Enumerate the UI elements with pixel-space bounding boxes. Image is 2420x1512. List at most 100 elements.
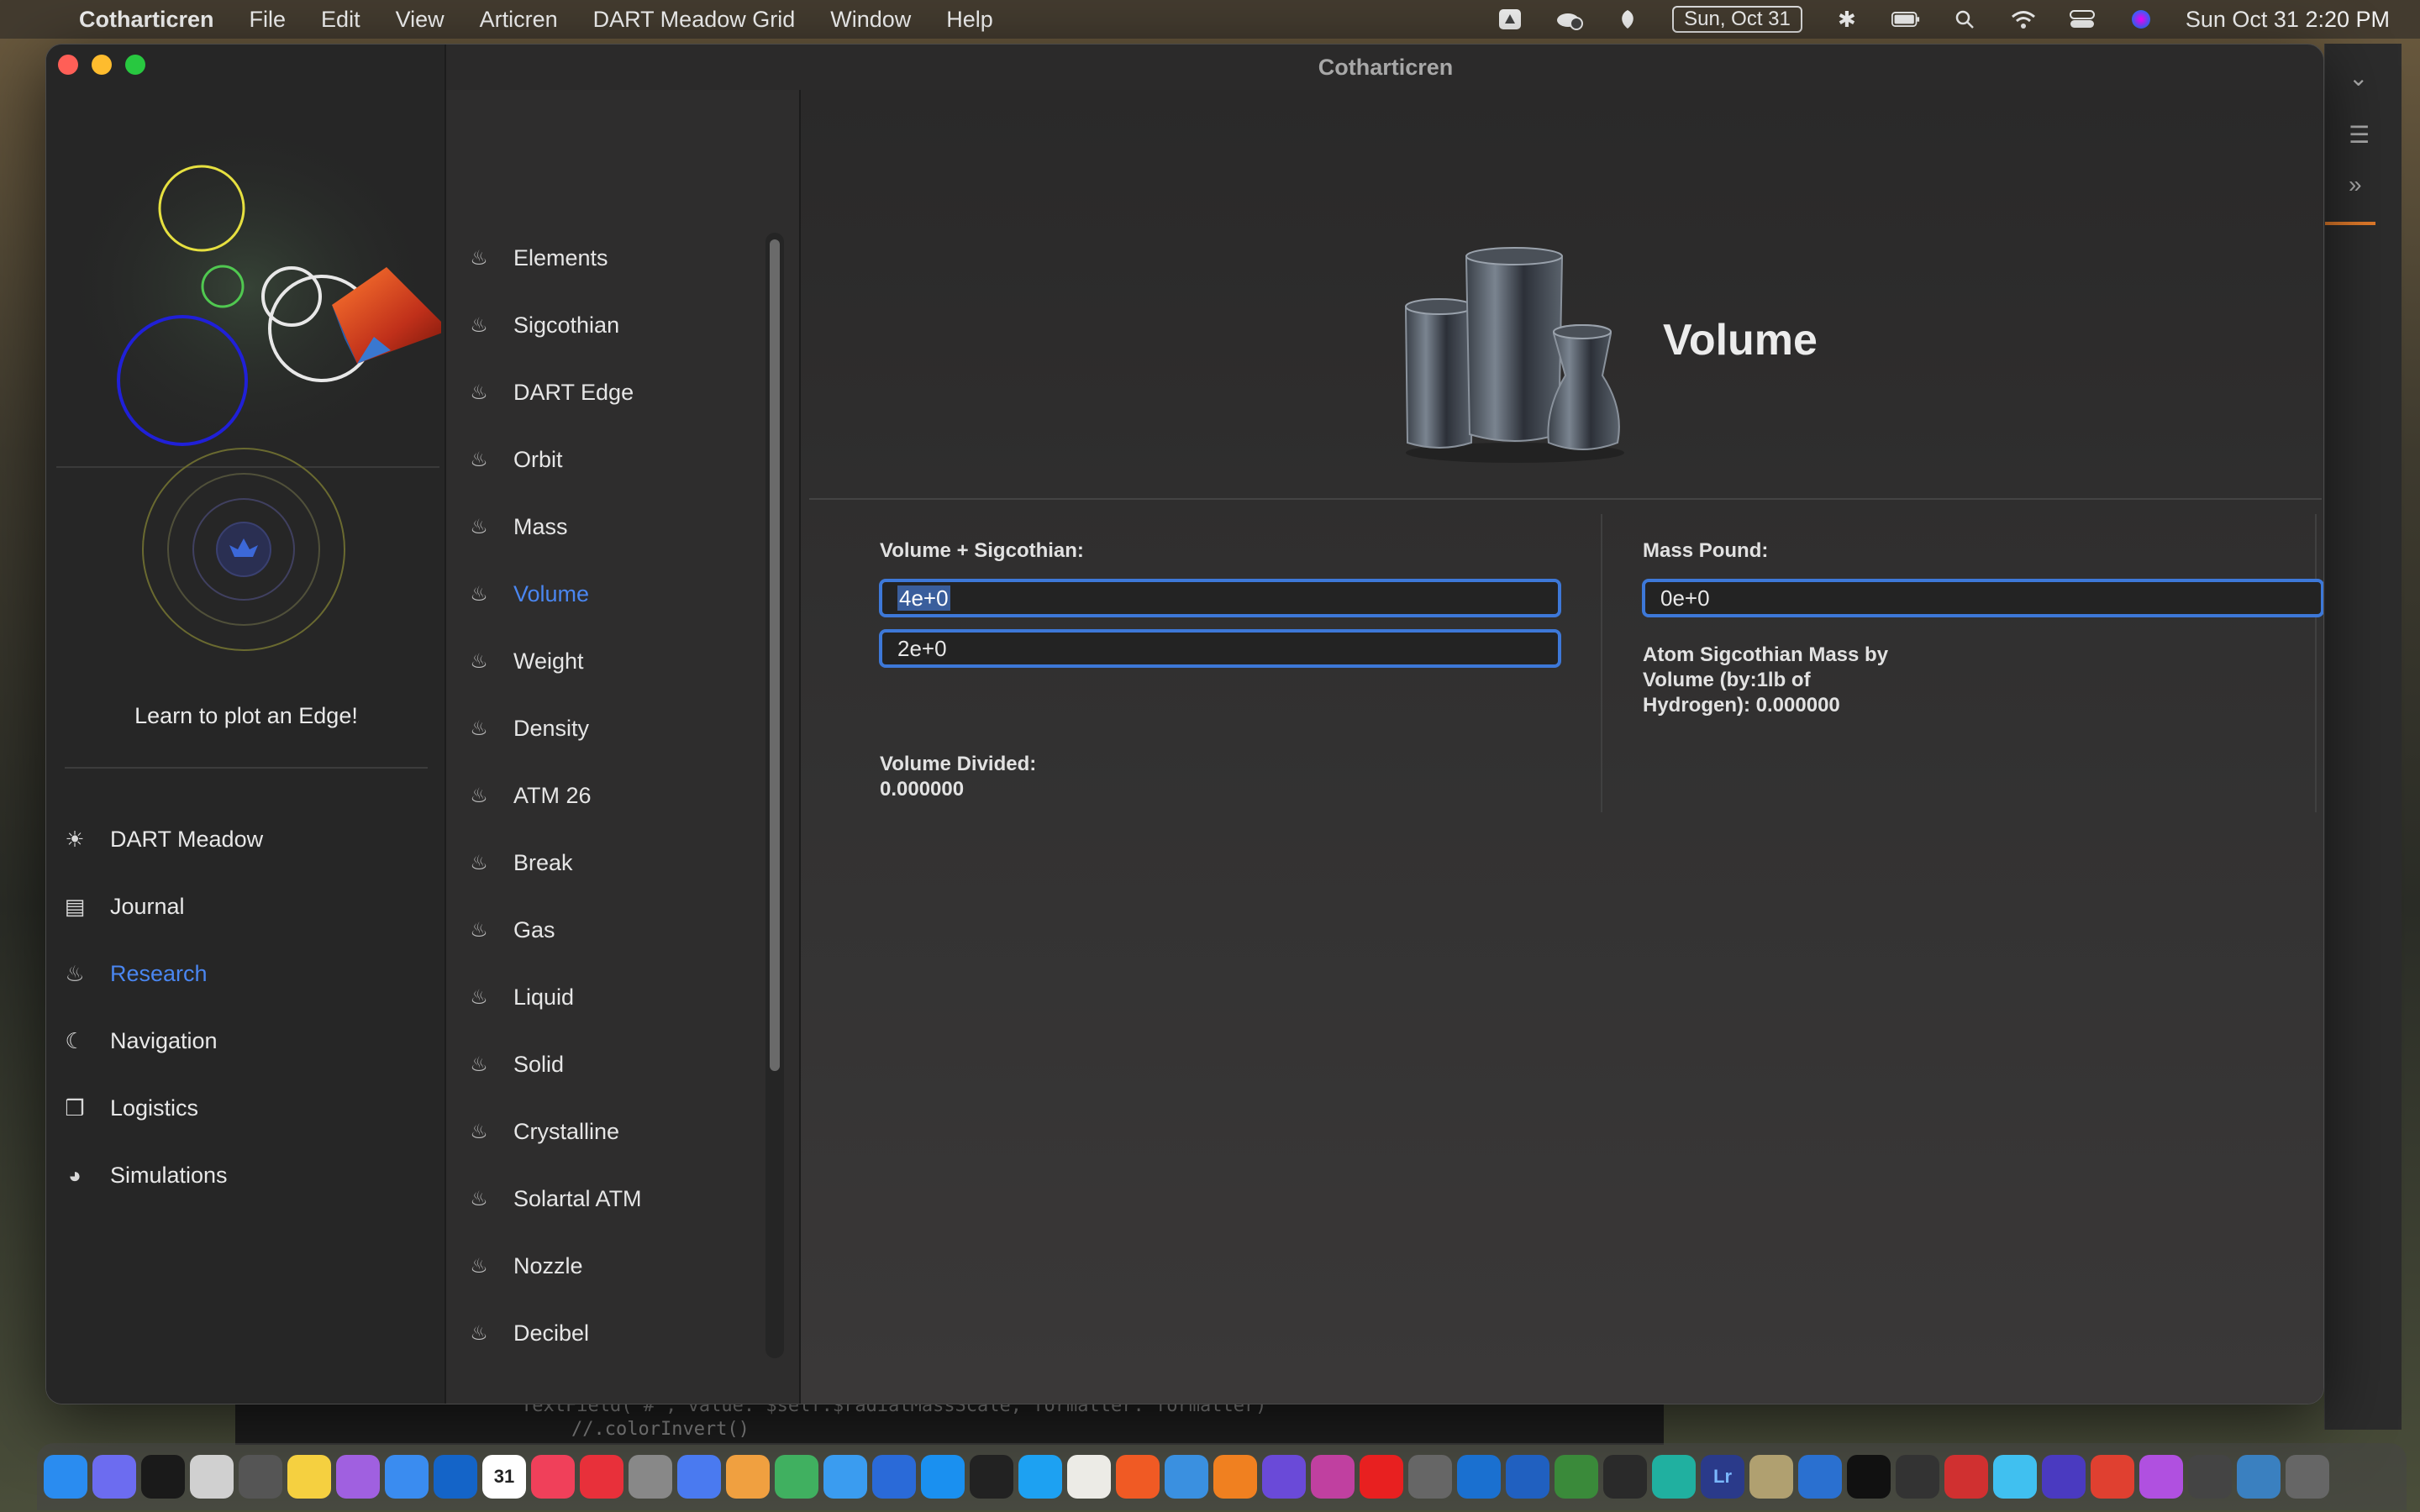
list-item-solartal-atm[interactable]: ♨ Solartal ATM: [446, 1165, 782, 1232]
volume-sigcothian-input-1[interactable]: 4e+0: [879, 579, 1561, 617]
twitter-icon[interactable]: [1018, 1455, 1062, 1499]
list-item-dart-edge[interactable]: ♨ DART Edge: [446, 359, 782, 426]
safari-icon[interactable]: [823, 1455, 867, 1499]
sidebar-item-logistics[interactable]: ❒ Logistics: [46, 1074, 446, 1142]
sidebar-item-research[interactable]: ♨ Research: [46, 940, 446, 1007]
blender-icon[interactable]: [1213, 1455, 1257, 1499]
list-item-sigcothian[interactable]: ♨ Sigcothian: [446, 291, 782, 359]
leaf-icon[interactable]: [1613, 8, 1642, 31]
menu-dart-meadow-grid[interactable]: DART Meadow Grid: [593, 7, 796, 33]
menu-file[interactable]: File: [250, 7, 287, 33]
help-icon[interactable]: [1896, 1455, 1939, 1499]
crystal-icon[interactable]: [2042, 1455, 2086, 1499]
trash-icon[interactable]: [2286, 1455, 2329, 1499]
windows-icon[interactable]: [1457, 1455, 1501, 1499]
screenshot-icon[interactable]: [239, 1455, 282, 1499]
list-item-break[interactable]: ♨ Break: [446, 829, 782, 896]
list-item-density[interactable]: ♨ Density: [446, 695, 782, 762]
utility-icon[interactable]: [1749, 1455, 1793, 1499]
muse-icon[interactable]: [1798, 1455, 1842, 1499]
paint-icon[interactable]: [2091, 1455, 2134, 1499]
list-item-weight[interactable]: ♨ Weight: [446, 627, 782, 695]
mail-icon[interactable]: [385, 1455, 429, 1499]
toolbox-icon[interactable]: [1652, 1455, 1696, 1499]
minimize-button[interactable]: [92, 55, 112, 75]
sidebar-item-navigation[interactable]: ☾ Navigation: [46, 1007, 446, 1074]
vectornator-icon[interactable]: [1603, 1455, 1647, 1499]
list-icon[interactable]: ☰: [2349, 121, 2370, 149]
list-item-decibel[interactable]: ♨ Decibel: [446, 1299, 782, 1367]
control-center-icon[interactable]: [2068, 8, 2096, 31]
outlook-icon[interactable]: [434, 1455, 477, 1499]
pixelmator-icon[interactable]: [1262, 1455, 1306, 1499]
calculator-icon[interactable]: [1408, 1455, 1452, 1499]
list-item-gas[interactable]: ♨ Gas: [446, 896, 782, 963]
calendar-icon[interactable]: 31: [482, 1455, 526, 1499]
zoom-button[interactable]: [125, 55, 145, 75]
activity-monitor-icon[interactable]: [141, 1455, 185, 1499]
chevron-down-circle-icon[interactable]: ⌄: [2349, 64, 2368, 92]
news-icon[interactable]: [580, 1455, 623, 1499]
files-icon[interactable]: [872, 1455, 916, 1499]
terminal-icon[interactable]: [970, 1455, 1013, 1499]
list-item-liquid[interactable]: ♨ Liquid: [446, 963, 782, 1031]
speech-icon[interactable]: [336, 1455, 380, 1499]
double-chevron-icon[interactable]: »: [2349, 171, 2362, 198]
scrollbar-thumb[interactable]: [770, 239, 780, 1071]
music-icon[interactable]: [531, 1455, 575, 1499]
launchpad-icon[interactable]: [92, 1455, 136, 1499]
affinity-icon[interactable]: [1944, 1455, 1988, 1499]
xcode-icon[interactable]: [1165, 1455, 1208, 1499]
app-store-icon[interactable]: [921, 1455, 965, 1499]
wifi-icon[interactable]: [2009, 8, 2038, 31]
list-item-atm-26[interactable]: ♨ ATM 26: [446, 762, 782, 829]
clock[interactable]: Sun Oct 31 2:20 PM: [2186, 7, 2390, 33]
list-item-nozzle[interactable]: ♨ Nozzle: [446, 1232, 782, 1299]
close-button[interactable]: [58, 55, 78, 75]
date-badge[interactable]: Sun, Oct 31: [1672, 6, 1802, 33]
search-icon[interactable]: [1950, 8, 1979, 31]
maps-icon[interactable]: [775, 1455, 818, 1499]
lightroom-icon[interactable]: Lr: [1701, 1455, 1744, 1499]
mass-pound-input[interactable]: 0e+0: [1642, 579, 2323, 617]
brave-icon[interactable]: [1116, 1455, 1160, 1499]
shortcuts-icon[interactable]: [1311, 1455, 1355, 1499]
menu-window[interactable]: Window: [830, 7, 911, 33]
youtube-icon[interactable]: [1360, 1455, 1403, 1499]
list-item-orbit[interactable]: ♨ Orbit: [446, 426, 782, 493]
list-item-elements[interactable]: ♨ Elements: [446, 224, 782, 291]
podcasts-icon[interactable]: [2139, 1455, 2183, 1499]
network-icon[interactable]: [2237, 1455, 2281, 1499]
list-item-solid[interactable]: ♨ Solid: [446, 1031, 782, 1098]
sidebar-item-simulations[interactable]: ◕ Simulations: [46, 1142, 446, 1209]
chrome-icon[interactable]: [1067, 1455, 1111, 1499]
menu-view[interactable]: View: [396, 7, 445, 33]
notes-icon[interactable]: [287, 1455, 331, 1499]
cloud-icon[interactable]: [1555, 8, 1584, 31]
list-item-crystalline[interactable]: ♨ Crystalline: [446, 1098, 782, 1165]
list-scrollbar[interactable]: [765, 233, 784, 1358]
preview-icon[interactable]: [190, 1455, 234, 1499]
audio-icon[interactable]: [2188, 1455, 2232, 1499]
messenger-icon[interactable]: [677, 1455, 721, 1499]
sidebar-item-journal[interactable]: ▤ Journal: [46, 873, 446, 940]
menu-app-name[interactable]: Cotharticren: [79, 7, 214, 33]
bookmark-icon[interactable]: [1506, 1455, 1549, 1499]
battery-icon[interactable]: [1891, 8, 1920, 31]
code-icon[interactable]: [1847, 1455, 1891, 1499]
nova-icon[interactable]: [1993, 1455, 2037, 1499]
menu-edit[interactable]: Edit: [321, 7, 360, 33]
menu-help[interactable]: Help: [946, 7, 993, 33]
volume-sigcothian-input-2[interactable]: 2e+0: [879, 629, 1561, 668]
menu-articren[interactable]: Articren: [480, 7, 558, 33]
list-item-volume[interactable]: ♨ Volume: [446, 560, 782, 627]
sidebar-item-dart-meadow[interactable]: ☀ DART Meadow: [46, 806, 446, 873]
drive-icon[interactable]: [1496, 8, 1524, 31]
list-item-mass[interactable]: ♨ Mass: [446, 493, 782, 560]
system-settings-icon[interactable]: [629, 1455, 672, 1499]
bluetooth-icon[interactable]: ✱: [1833, 7, 1861, 32]
siri-icon[interactable]: [2127, 8, 2155, 31]
finder-icon[interactable]: [44, 1455, 87, 1499]
photos-icon[interactable]: [726, 1455, 770, 1499]
globe-icon[interactable]: [1555, 1455, 1598, 1499]
